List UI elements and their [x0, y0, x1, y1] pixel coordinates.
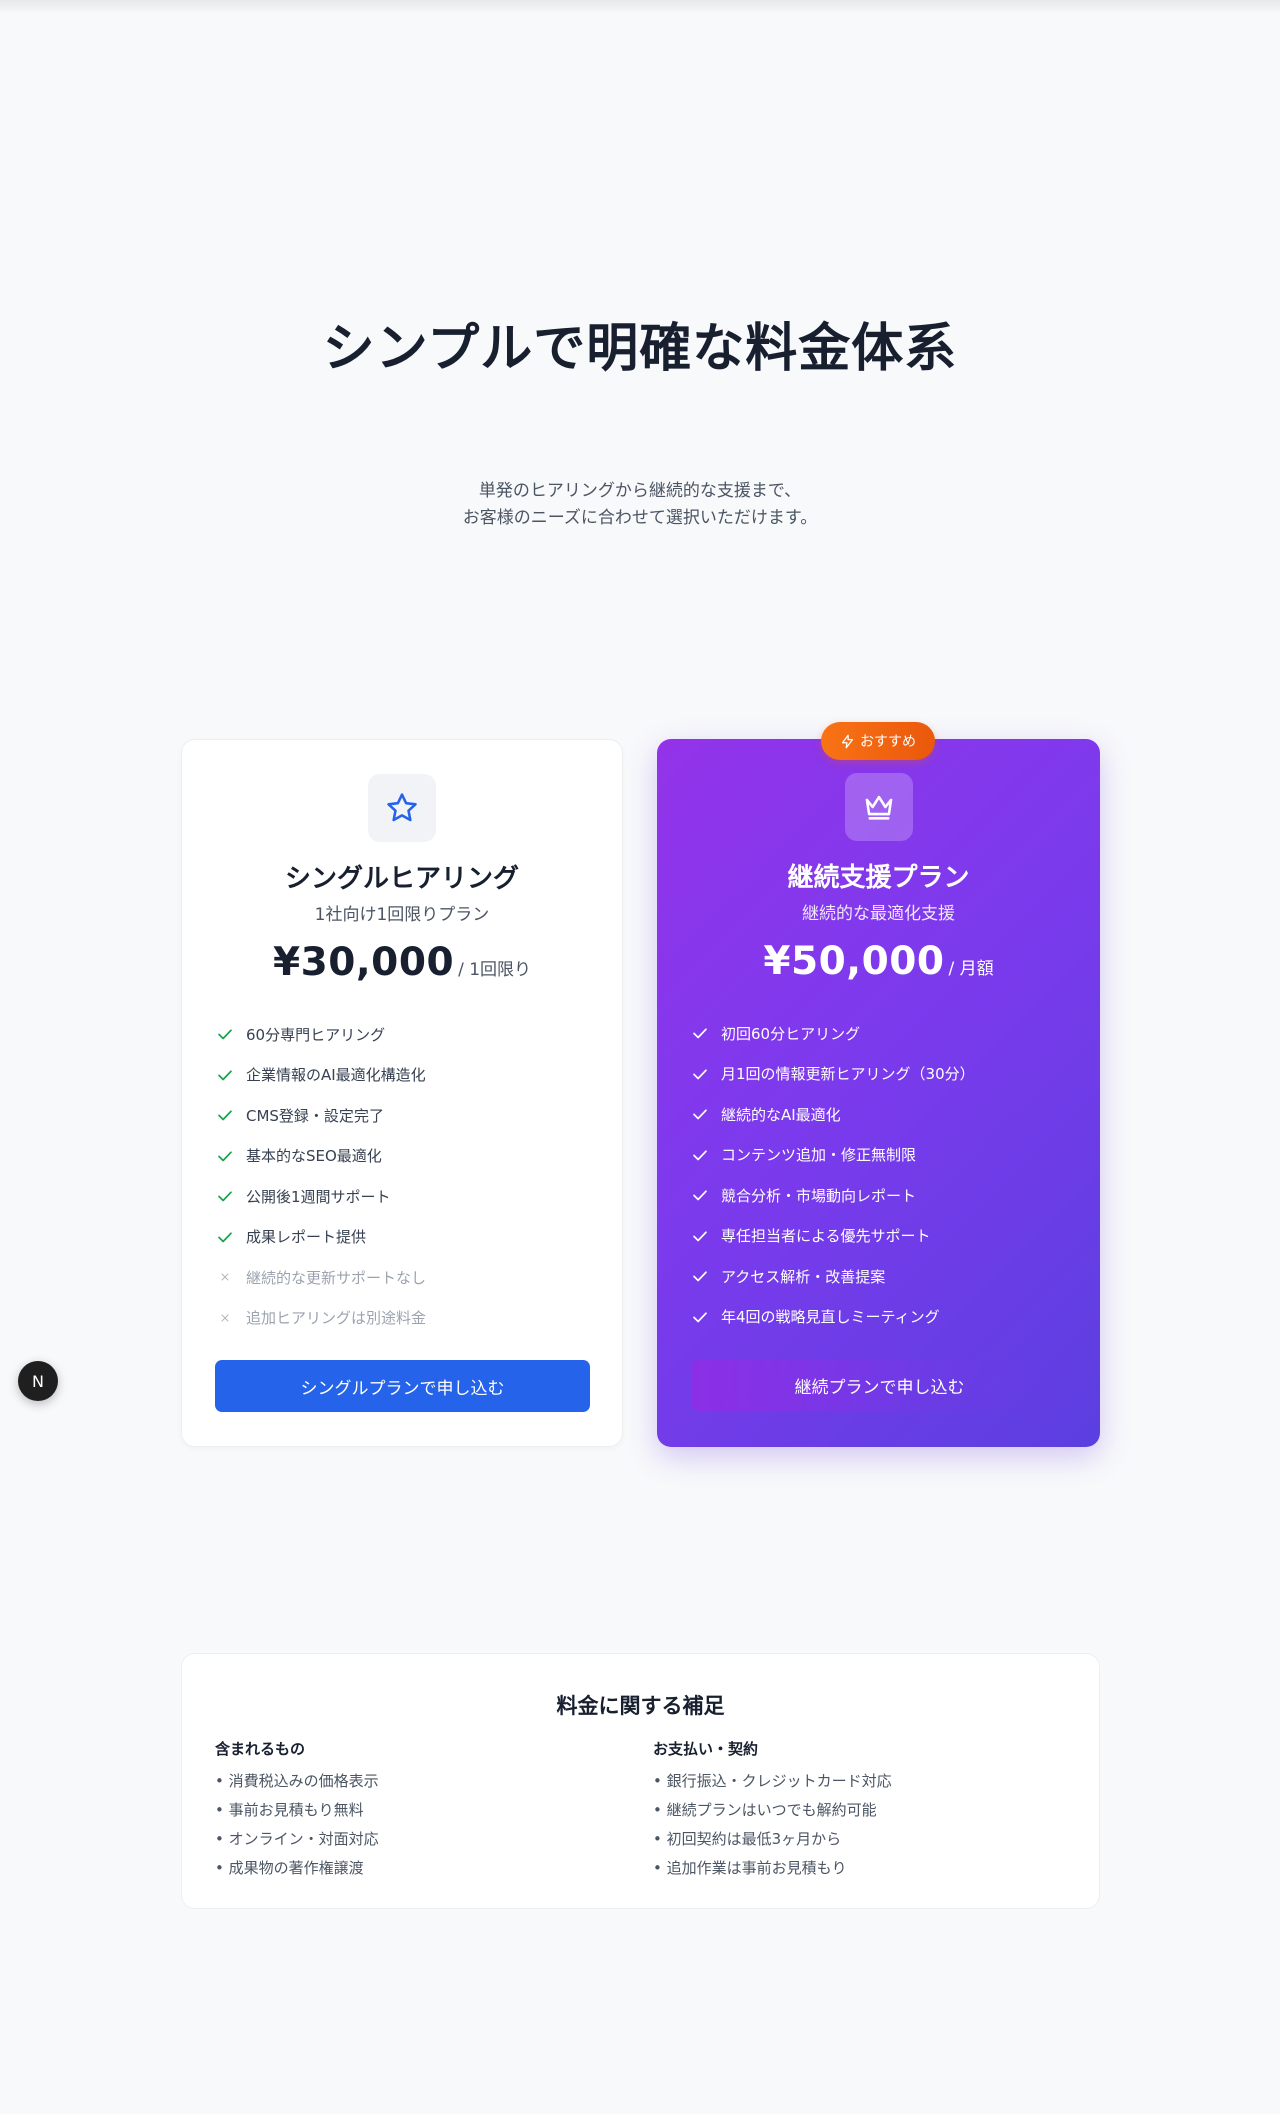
feature-item: 公開後1週間サポート [216, 1176, 592, 1217]
devtools-toggle-button[interactable]: N [18, 1361, 58, 1401]
feature-item: アクセス解析・改善提案 [691, 1256, 1070, 1297]
crown-icon [865, 795, 892, 820]
check-icon [693, 1028, 707, 1039]
check-icon [218, 1110, 232, 1121]
feature-item: 企業情報のAI最適化構造化 [216, 1055, 592, 1096]
x-icon [221, 1273, 229, 1281]
plan-tagline: 継続的な最適化支援 [802, 904, 955, 924]
check-icon [218, 1151, 232, 1162]
notes-title: 料金に関する補足 [556, 1694, 725, 1718]
feature-list: 60分専門ヒアリング 企業情報のAI最適化構造化 CMS登録・設定完了 基本的な… [216, 1014, 592, 1338]
notes-included-column: 含まれるもの • 消費税込みの価格表示 • 事前お見積もり無料 • オンライン・… [215, 1738, 615, 1883]
x-icon [221, 1314, 229, 1322]
apply-single-plan-button[interactable]: シングルプランで申し込む [215, 1360, 590, 1412]
subtitle-line-2: お客様のニーズに合わせて選択いただけます。 [462, 508, 818, 528]
list-item: • 成果物の著作権譲渡 [215, 1859, 364, 1877]
feature-item: コンテンツ追加・修正無制限 [691, 1135, 1070, 1176]
header-shadow [0, 0, 1280, 14]
check-icon [693, 1190, 707, 1201]
apply-continuous-plan-button[interactable]: 継続プランで申し込む [692, 1359, 1067, 1411]
subtitle-line-1: 単発のヒアリングから継続的な支援まで、 [478, 481, 802, 501]
plan-card-continuous: おすすめ 継続支援プラン 継続的な最適化支援 ¥50,000 / 月額 初回60… [657, 722, 1100, 1447]
feature-item: 初回60分ヒアリング [691, 1013, 1070, 1054]
plan-tagline: 1社向け1回限りプラン [314, 905, 490, 925]
plan-price: ¥50,000 [763, 939, 945, 984]
check-icon [218, 1191, 232, 1202]
plan-price-row: ¥50,000 / 月額 [657, 939, 1100, 984]
feature-item: 成果レポート提供 [216, 1217, 592, 1258]
feature-item: CMS登録・設定完了 [216, 1095, 592, 1136]
feature-item: 専任担当者による優先サポート [691, 1216, 1070, 1257]
feature-item: 60分専門ヒアリング [216, 1014, 592, 1055]
list-item: • 継続プランはいつでも解約可能 [653, 1801, 877, 1819]
plan-price-row: ¥30,000 / 1回限り [182, 940, 622, 985]
plan-icon-box [368, 774, 436, 842]
list-item: • オンライン・対面対応 [215, 1830, 379, 1848]
feature-list: 初回60分ヒアリング 月1回の情報更新ヒアリング（30分） 継続的なAI最適化 … [691, 1013, 1070, 1337]
feature-item: 月1回の情報更新ヒアリング（30分） [691, 1054, 1070, 1095]
notes-payment-column: お支払い・契約 • 銀行振込・クレジットカード対応 • 継続プランはいつでも解約… [653, 1738, 1053, 1883]
check-icon [218, 1232, 232, 1243]
feature-item: 基本的なSEO最適化 [216, 1136, 592, 1177]
recommended-badge: おすすめ [821, 722, 935, 760]
plan-icon-box [844, 773, 913, 841]
star-icon [387, 793, 417, 822]
feature-item-excluded: 追加ヒアリングは別途料金 [216, 1298, 592, 1339]
pricing-notes-card: 料金に関する補足 含まれるもの • 消費税込みの価格表示 • 事前お見積もり無料… [181, 1653, 1100, 1909]
feature-item-excluded: 継続的な更新サポートなし [216, 1257, 592, 1298]
lightning-icon [841, 734, 854, 748]
n-logo-icon: N [32, 1371, 44, 1391]
page-subtitle: 単発のヒアリングから継続的な支援まで、 お客様のニーズに合わせて選択いただけます… [0, 478, 1280, 532]
check-icon [218, 1070, 232, 1081]
feature-item: 競合分析・市場動向レポート [691, 1175, 1070, 1216]
notes-payment-heading: お支払い・契約 [653, 1740, 759, 1758]
list-item: • 追加作業は事前お見積もり [653, 1859, 847, 1877]
check-icon [218, 1029, 232, 1040]
plan-name: シングルヒアリング [284, 864, 519, 894]
check-icon [693, 1271, 707, 1282]
list-item: • 消費税込みの価格表示 [215, 1772, 379, 1790]
plan-price-unit: / 1回限り [458, 960, 532, 980]
feature-item: 継続的なAI最適化 [691, 1094, 1070, 1135]
check-icon [693, 1312, 707, 1323]
check-icon [693, 1109, 707, 1120]
list-item: • 初回契約は最低3ヶ月から [653, 1830, 842, 1848]
list-item: • 銀行振込・クレジットカード対応 [653, 1772, 892, 1790]
plan-price-unit: / 月額 [948, 959, 994, 979]
notes-included-heading: 含まれるもの [215, 1740, 306, 1758]
plan-card-single: シングルヒアリング 1社向け1回限りプラン ¥30,000 / 1回限り 60分… [181, 739, 623, 1447]
check-icon [693, 1069, 707, 1080]
feature-item: 年4回の戦略見直しミーティング [691, 1297, 1070, 1338]
plan-name: 継続支援プラン [787, 863, 970, 893]
check-icon [693, 1231, 707, 1242]
check-icon [693, 1150, 707, 1161]
plan-price: ¥30,000 [272, 940, 455, 985]
list-item: • 事前お見積もり無料 [215, 1801, 364, 1819]
page-title: シンプルで明確な料金体系 [322, 319, 958, 379]
